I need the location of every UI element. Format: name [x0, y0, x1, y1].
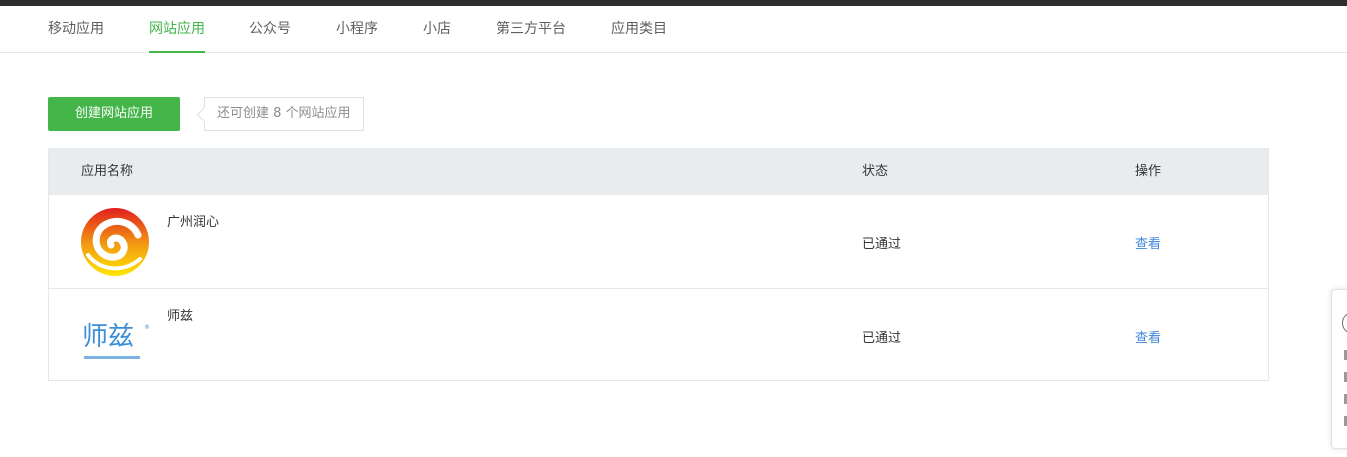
view-link[interactable]: 查看 — [1135, 327, 1161, 346]
remaining-quota-tip: 还可创建 8 个网站应用 — [204, 97, 364, 131]
create-website-app-button[interactable]: 创建网站应用 — [48, 97, 180, 131]
main-nav: 移动应用 网站应用 公众号 小程序 小店 第三方平台 应用类目 — [0, 6, 1347, 53]
tab-shop[interactable]: 小店 — [423, 6, 451, 53]
tab-mini-programs[interactable]: 小程序 — [336, 6, 378, 53]
svg-text:师兹: 师兹 — [82, 322, 134, 352]
header-action: 操作 — [1135, 164, 1162, 179]
tab-app-categories[interactable]: 应用类目 — [611, 6, 667, 53]
runxin-logo — [81, 208, 149, 276]
header-app-name: 应用名称 — [81, 164, 134, 179]
view-link[interactable]: 查看 — [1135, 233, 1161, 252]
table-row: 师兹 ® 师兹 已通过 查看 — [49, 288, 1268, 381]
tab-third-party-platform[interactable]: 第三方平台 — [496, 6, 566, 53]
help-icon[interactable] — [1342, 312, 1347, 334]
shizi-logo: 师兹 ® — [82, 322, 150, 359]
status-text: 已通过 — [862, 331, 902, 346]
apps-table: 应用名称 状态 操作 广州润心 已通过 查看 师兹 ® 师兹 已通过 查看 — [48, 148, 1269, 381]
table-row: 广州润心 已通过 查看 — [49, 195, 1268, 288]
tab-official-accounts[interactable]: 公众号 — [249, 6, 291, 53]
header-status: 状态 — [862, 164, 889, 179]
app-name: 广州润心 — [167, 215, 220, 230]
svg-text:®: ® — [144, 324, 150, 331]
table-header: 应用名称 状态 操作 — [49, 149, 1268, 195]
floating-help-panel[interactable] — [1331, 289, 1347, 449]
tab-mobile-apps[interactable]: 移动应用 — [48, 6, 104, 53]
app-name: 师兹 — [167, 309, 194, 324]
tab-website-apps[interactable]: 网站应用 — [149, 6, 205, 53]
status-text: 已通过 — [862, 237, 902, 252]
